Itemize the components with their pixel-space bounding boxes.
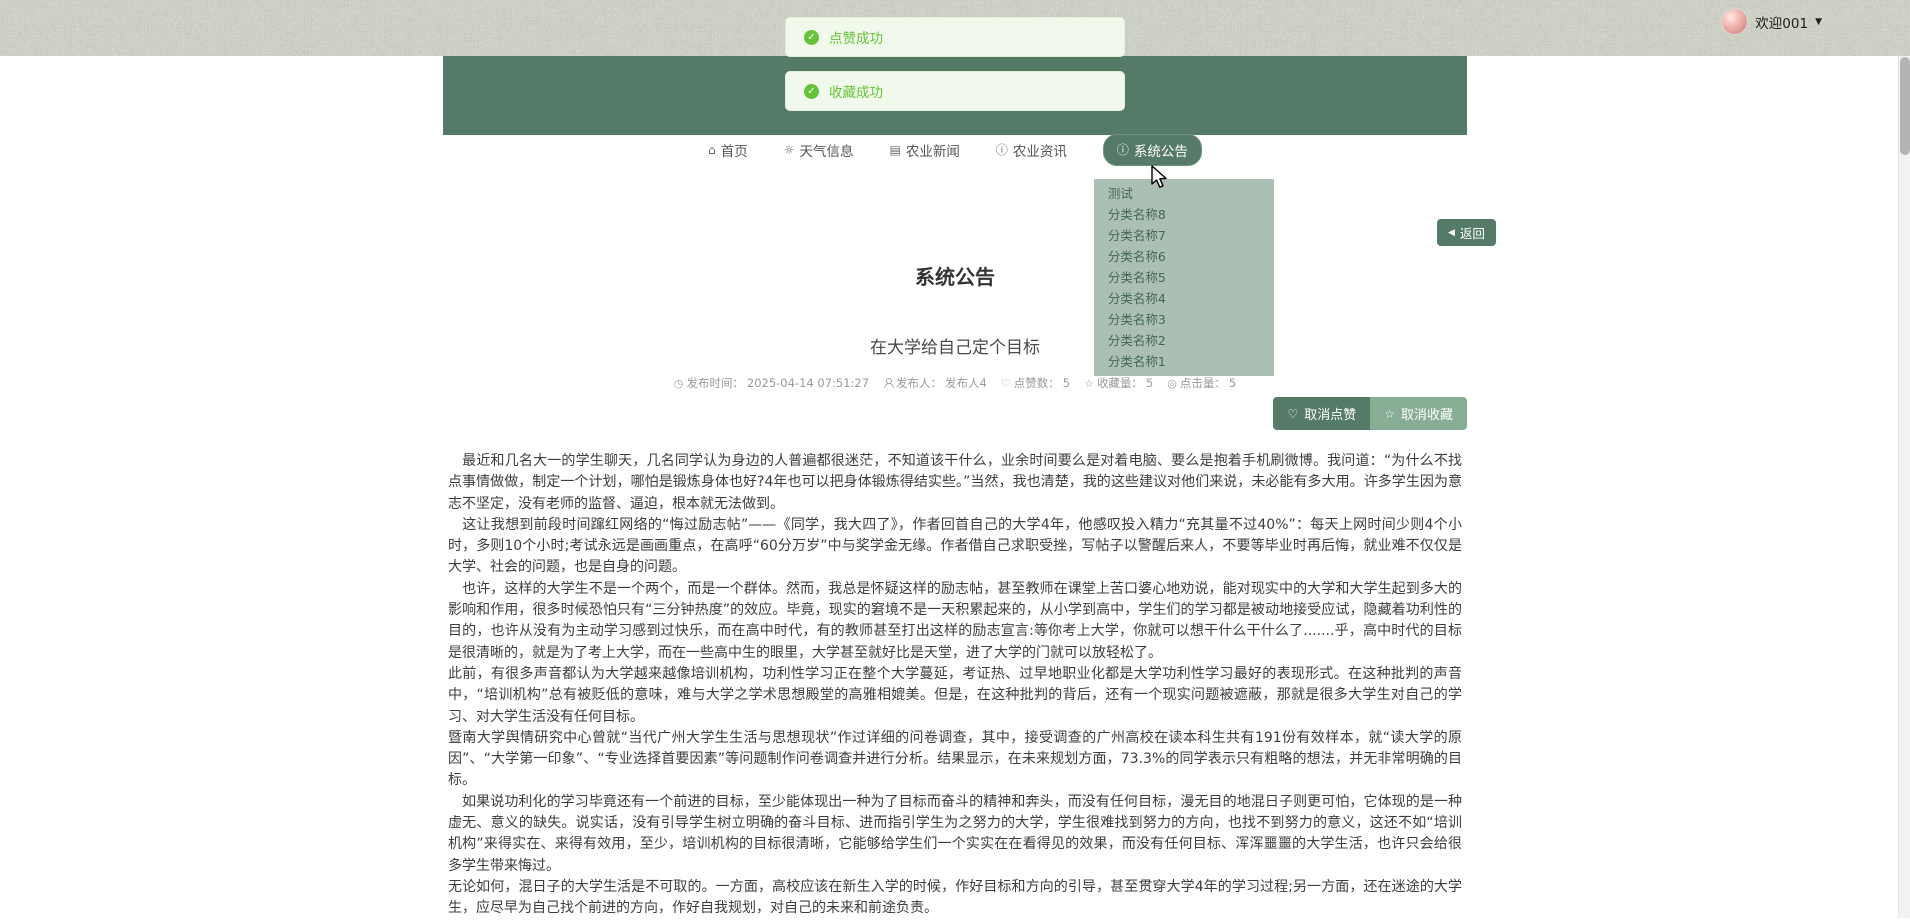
meta-label: 点击量：	[1180, 375, 1226, 391]
toast-favorite-success: ✓ 收藏成功	[785, 71, 1125, 111]
user-menu[interactable]: 欢迎001 ▼	[1721, 8, 1822, 35]
meta-label: 发布时间：	[686, 375, 744, 391]
meta-publish-time: ◷ 发布时间： 2025-04-14 07:51:27	[674, 375, 869, 391]
cancel-like-button[interactable]: ♡ 取消点赞	[1273, 397, 1370, 430]
scrollbar-thumb[interactable]	[1900, 57, 1910, 155]
page-scrollbar[interactable]	[1898, 0, 1910, 918]
page-title: 系统公告	[443, 262, 1467, 292]
meta-value: 发布人4	[945, 375, 987, 391]
meta-label: 点赞数：	[1014, 375, 1060, 391]
article-body: 最近和几名大一的学生聊天，几名同学认为身边的人普遍都很迷茫，不知道该干什么，业余…	[443, 451, 1467, 920]
heart-icon: ♡	[1287, 407, 1298, 421]
dropdown-item[interactable]: 分类名称1	[1094, 351, 1274, 372]
nav-item-label: 农业资讯	[1013, 140, 1067, 160]
star-icon: ☆	[1084, 377, 1094, 390]
article-paragraph: 此前，有很多声音都认为大学越来越像培训机构，功利性学习正在整个大学蔓延，考证热、…	[448, 664, 1462, 728]
article-title: 在大学给自己定个目标	[443, 336, 1467, 360]
main-nav: ⌂ 首页 ☼ 天气信息 ▤ 农业新闻 ⓘ 农业资讯 ⓘ 系统公告 测试 分类名称…	[443, 135, 1467, 164]
views-icon: ◎	[1167, 377, 1177, 390]
info-icon: ⓘ	[996, 141, 1008, 158]
article-paragraph: 无论如何，混日子的大学生活是不可取的。一方面，高校应该在新生入学的时候，作好目标…	[448, 877, 1462, 920]
weather-icon: ☼	[784, 143, 795, 157]
meta-likes: ♡ 点赞数： 5	[1001, 375, 1070, 391]
dropdown-item[interactable]: 分类名称5	[1094, 267, 1274, 288]
dropdown-item[interactable]: 分类名称4	[1094, 288, 1274, 309]
dropdown-item[interactable]: 分类名称8	[1094, 204, 1274, 225]
nav-item-agri-info[interactable]: ⓘ 农业资讯	[996, 140, 1067, 160]
back-button-label: 返回	[1460, 223, 1485, 242]
meta-value: 5	[1229, 376, 1236, 390]
article-paragraph: 如果说功利化的学习毕竟还有一个前进的目标，至少能体现出一种为了目标而奋斗的精神和…	[448, 792, 1462, 877]
clock-icon: ◷	[674, 377, 684, 390]
meta-favorites: ☆ 收藏量： 5	[1084, 375, 1153, 391]
dropdown-item[interactable]: 分类名称2	[1094, 330, 1274, 351]
home-icon: ⌂	[708, 143, 716, 157]
check-circle-icon: ✓	[804, 84, 819, 99]
article-section: 系统公告 在大学给自己定个目标 ◷ 发布时间： 2025-04-14 07:51…	[443, 262, 1467, 920]
article-paragraph: 这让我想到前段时间蹿红网络的“悔过励志帖”——《同学，我大四了》，作者回首自己的…	[448, 515, 1462, 579]
user-icon	[883, 378, 893, 388]
category-dropdown: 测试 分类名称8 分类名称7 分类名称6 分类名称5 分类名称4 分类名称3 分…	[1094, 179, 1274, 376]
welcome-label: 欢迎001	[1755, 12, 1808, 32]
dropdown-item[interactable]: 分类名称6	[1094, 246, 1274, 267]
announcement-icon: ⓘ	[1117, 141, 1129, 158]
back-arrow-icon: ◀	[1448, 227, 1455, 238]
star-icon: ☆	[1384, 407, 1395, 421]
avatar[interactable]	[1721, 8, 1748, 35]
nav-item-label: 农业新闻	[906, 140, 960, 160]
article-paragraph: 最近和几名大一的学生聊天，几名同学认为身边的人普遍都很迷茫，不知道该干什么，业余…	[448, 451, 1462, 515]
cancel-favorite-label: 取消收藏	[1401, 404, 1453, 423]
meta-label: 发布人：	[896, 375, 942, 391]
nav-item-home[interactable]: ⌂ 首页	[708, 140, 748, 160]
meta-value: 5	[1063, 376, 1070, 390]
chevron-down-icon[interactable]: ▼	[1815, 17, 1822, 27]
meta-value: 2025-04-14 07:51:27	[747, 376, 869, 390]
news-icon: ▤	[890, 143, 901, 157]
article-paragraph: 也许，这样的大学生不是一个两个，而是一个群体。然而，我总是怀疑这样的励志帖，甚至…	[448, 579, 1462, 664]
dropdown-item[interactable]: 测试	[1094, 183, 1274, 204]
dropdown-item[interactable]: 分类名称3	[1094, 309, 1274, 330]
dropdown-item[interactable]: 分类名称7	[1094, 225, 1274, 246]
nav-item-weather[interactable]: ☼ 天气信息	[784, 140, 854, 160]
heart-icon: ♡	[1001, 377, 1011, 390]
toast-message: 点赞成功	[829, 27, 883, 47]
article-paragraph: 暨南大学舆情研究中心曾就“当代广州大学生生活与思想现状”作过详细的问卷调查，其中…	[448, 728, 1462, 792]
meta-clicks: ◎ 点击量： 5	[1167, 375, 1236, 391]
article-actions: ♡ 取消点赞 ☆ 取消收藏	[443, 397, 1467, 430]
nav-item-system-announcements[interactable]: ⓘ 系统公告 测试 分类名称8 分类名称7 分类名称6 分类名称5 分类名称4 …	[1103, 134, 1202, 166]
article-meta: ◷ 发布时间： 2025-04-14 07:51:27 发布人： 发布人4 ♡ …	[443, 375, 1467, 391]
cancel-like-label: 取消点赞	[1304, 404, 1356, 423]
toast-message: 收藏成功	[829, 81, 883, 101]
cancel-favorite-button[interactable]: ☆ 取消收藏	[1370, 397, 1467, 430]
nav-item-label: 首页	[721, 140, 748, 160]
nav-item-label: 系统公告	[1134, 140, 1188, 160]
nav-item-label: 天气信息	[800, 140, 854, 160]
check-circle-icon: ✓	[804, 30, 819, 45]
toast-like-success: ✓ 点赞成功	[785, 17, 1125, 57]
nav-item-agri-news[interactable]: ▤ 农业新闻	[890, 140, 960, 160]
meta-publisher: 发布人： 发布人4	[883, 375, 987, 391]
back-button[interactable]: ◀ 返回	[1437, 219, 1496, 246]
meta-label: 收藏量：	[1097, 375, 1143, 391]
meta-value: 5	[1146, 376, 1153, 390]
